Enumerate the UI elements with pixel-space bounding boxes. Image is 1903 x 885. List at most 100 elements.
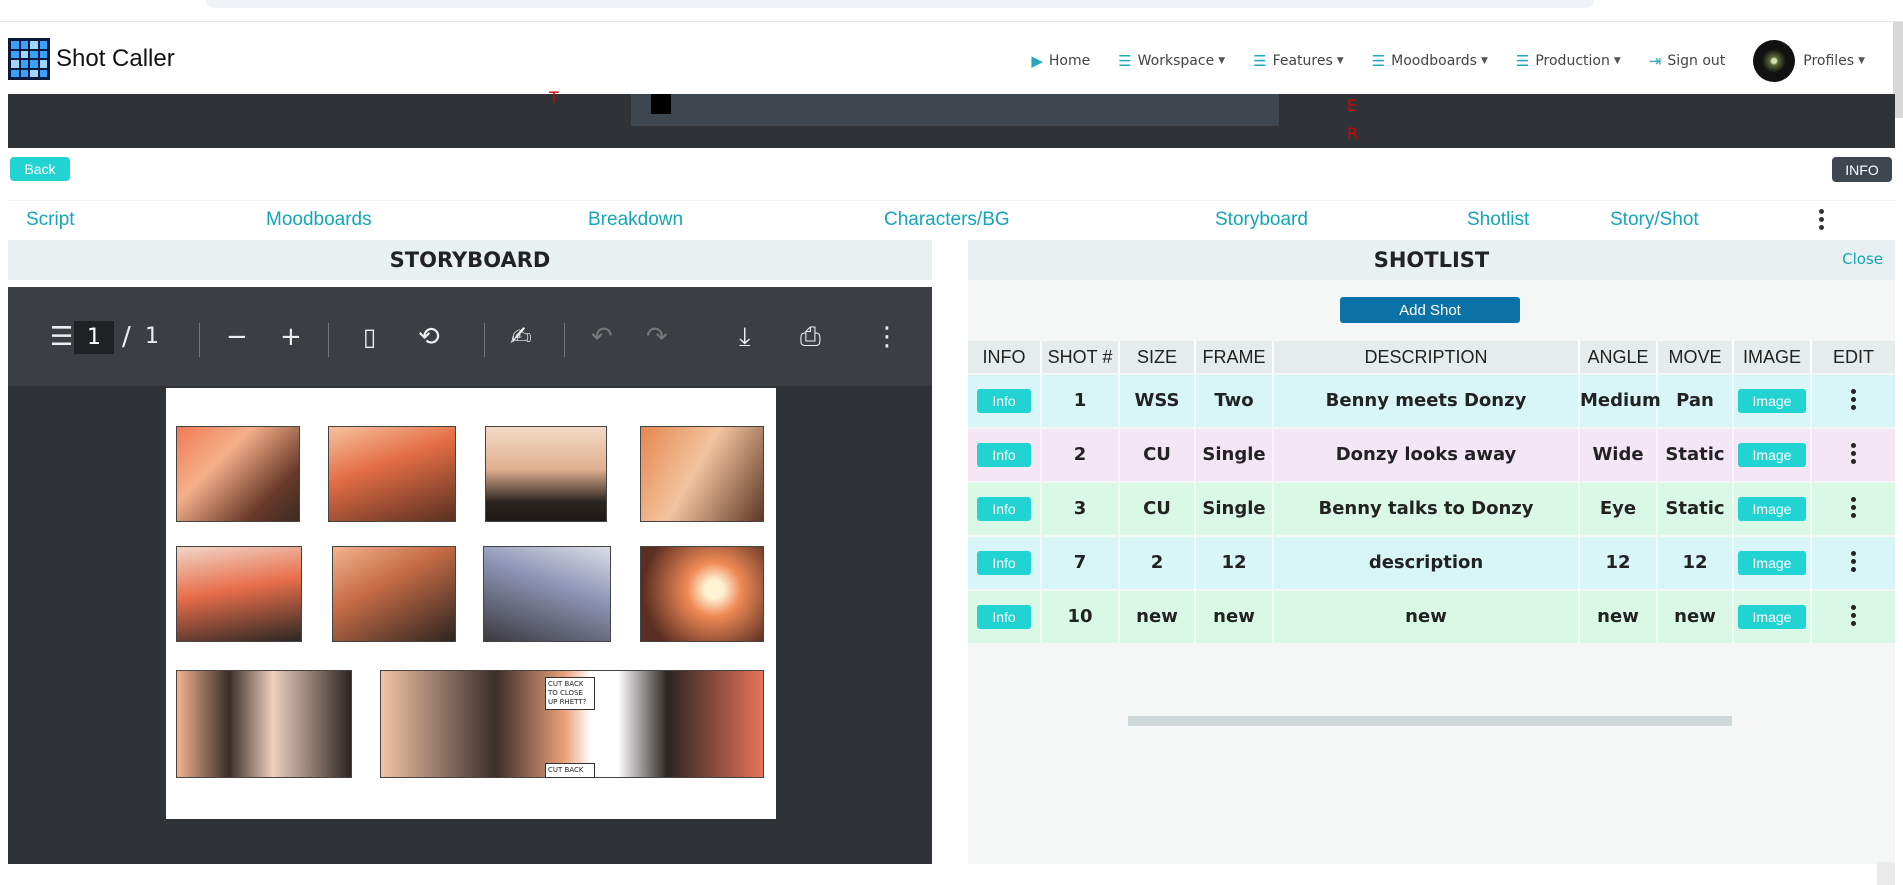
more-options-icon[interactable]	[1819, 209, 1825, 233]
undo-icon[interactable]: ↶	[591, 322, 613, 352]
outline-menu-icon[interactable]: ☰	[50, 322, 73, 352]
column-header: DESCRIPTION	[1274, 341, 1580, 373]
description-cell: Donzy looks away	[1274, 429, 1580, 481]
fit-page-icon[interactable]: ▯	[363, 322, 376, 352]
row-info-button[interactable]: Info	[977, 497, 1031, 521]
column-header: SHOT #	[1042, 341, 1120, 373]
angle-cell: new	[1580, 591, 1658, 643]
row-image-button[interactable]: Image	[1738, 551, 1806, 575]
row-info-button[interactable]: Info	[977, 443, 1031, 467]
tab-story-shot[interactable]: Story/Shot	[1610, 209, 1699, 231]
tab-moodboards[interactable]: Moodboards	[266, 209, 372, 231]
tab-storyboard[interactable]: Storyboard	[1215, 209, 1308, 231]
storyboard-panel	[332, 546, 456, 642]
page-number-input[interactable]: 1	[74, 321, 114, 354]
row-info-button[interactable]: Info	[977, 389, 1031, 413]
more-vertical-icon[interactable]: ⋮	[874, 322, 900, 352]
add-shot-button[interactable]: Add Shot	[1340, 297, 1520, 323]
panel-note: CUT BACK	[545, 763, 595, 778]
page-separator: /	[122, 322, 131, 352]
row-edit-menu-icon[interactable]	[1850, 443, 1857, 467]
edit-cell	[1812, 591, 1895, 643]
rotate-icon[interactable]: ⟲	[418, 322, 440, 352]
move-cell: Pan	[1658, 375, 1734, 427]
annotate-pen-icon[interactable]: ✍	[510, 322, 532, 352]
nav-menu: ▶ Home ☰ Workspace ▼ ☰ Features ▼ ☰ Moodboards…	[1003, 40, 1865, 82]
description-cell: new	[1274, 591, 1580, 643]
row-edit-menu-icon[interactable]	[1850, 551, 1857, 575]
browser-top-strip	[0, 0, 1903, 22]
zoom-in-icon[interactable]: +	[280, 322, 302, 352]
storyboard-panel	[176, 670, 352, 778]
tab-characters-bg[interactable]: Characters/BG	[884, 209, 1010, 231]
move-cell: Static	[1658, 483, 1734, 535]
toolbar-divider	[484, 323, 485, 357]
row-edit-menu-icon[interactable]	[1850, 605, 1857, 629]
row-image-button[interactable]: Image	[1738, 497, 1806, 521]
size-cell: new	[1120, 591, 1196, 643]
storyboard-panel: CUT BACK TO CLOSE UP RHETT? CUT BACK	[380, 670, 764, 778]
column-header: EDIT	[1812, 341, 1895, 373]
size-cell: 2	[1120, 537, 1196, 589]
sign-out-icon: ⇥	[1648, 52, 1662, 70]
angle-cell: Medium	[1580, 375, 1661, 427]
edit-cell	[1812, 375, 1895, 427]
table-row: Info 3 CU Single Benny talks to Donzy Eye Stat…	[968, 483, 1895, 535]
banner-mark: R	[1347, 124, 1359, 143]
section-tabs: Script Moodboards Breakdown Characters/B…	[8, 200, 1895, 238]
storyboard-title: STORYBOARD	[8, 240, 932, 280]
nav-workspace[interactable]: ☰ Workspace ▼	[1118, 52, 1225, 70]
nav-sign-out[interactable]: ⇥ Sign out	[1649, 52, 1726, 70]
print-icon[interactable]: ⎙	[800, 322, 821, 352]
edit-cell	[1812, 429, 1895, 481]
address-bar[interactable]	[205, 0, 1595, 8]
row-image-button[interactable]: Image	[1738, 605, 1806, 629]
toolbar-divider	[564, 323, 565, 357]
table-horizontal-scrollbar[interactable]	[1128, 716, 1732, 726]
nav-features[interactable]: ☰ Features ▼	[1253, 52, 1344, 70]
download-icon[interactable]: ⤓	[739, 322, 751, 352]
tab-script[interactable]: Script	[26, 209, 75, 231]
storyboard-panel	[176, 426, 300, 522]
shotlist-panel: SHOTLIST Close Add Shot INFO SHOT # SIZE…	[968, 240, 1895, 864]
storyboard-panel	[176, 546, 302, 642]
info-cell: Info	[968, 591, 1042, 643]
frame-cell: new	[1196, 591, 1274, 643]
shotlist-table-header: INFO SHOT # SIZE FRAME DESCRIPTION ANGLE…	[968, 341, 1895, 373]
pdf-toolbar: ☰ 1 / 1 − + ▯ ⟲ ✍ ↶ ↷ ⤓ ⎙ ⋮	[8, 287, 932, 386]
move-cell: 12	[1658, 537, 1734, 589]
pdf-viewer: ☰ 1 / 1 − + ▯ ⟲ ✍ ↶ ↷ ⤓ ⎙ ⋮ CUT BACK TO …	[8, 287, 932, 864]
nav-profiles[interactable]: Profiles ▼	[1753, 40, 1865, 82]
row-edit-menu-icon[interactable]	[1850, 389, 1857, 413]
row-info-button[interactable]: Info	[977, 551, 1031, 575]
table-row: Info 2 CU Single Donzy looks away Wide Static I…	[968, 429, 1895, 481]
shotlist-title: SHOTLIST Close	[968, 240, 1895, 280]
nav-home[interactable]: ▶ Home	[1031, 52, 1090, 70]
brand[interactable]: Shot Caller	[8, 38, 175, 80]
edit-cell	[1812, 537, 1895, 589]
angle-cell: 12	[1580, 537, 1658, 589]
back-button[interactable]: Back	[10, 157, 70, 181]
info-cell: Info	[968, 483, 1042, 535]
row-image-button[interactable]: Image	[1738, 389, 1806, 413]
row-edit-menu-icon[interactable]	[1850, 497, 1857, 521]
caret-down-icon: ▼	[1218, 56, 1226, 66]
nav-moodboards[interactable]: ☰ Moodboards ▼	[1372, 52, 1488, 70]
panel-note: CUT BACK TO CLOSE UP RHETT?	[545, 677, 595, 710]
tab-breakdown[interactable]: Breakdown	[588, 209, 683, 231]
close-link[interactable]: Close	[1842, 249, 1883, 269]
nav-production[interactable]: ☰ Production ▼	[1516, 52, 1621, 70]
row-info-button[interactable]: Info	[977, 605, 1031, 629]
storyboard-panel	[485, 426, 607, 522]
info-button[interactable]: INFO	[1832, 157, 1892, 182]
column-header: ANGLE	[1580, 341, 1658, 373]
row-image-button[interactable]: Image	[1738, 443, 1806, 467]
move-cell: Static	[1658, 429, 1734, 481]
storyboard-panel	[483, 546, 611, 642]
column-header: SIZE	[1120, 341, 1196, 373]
tab-shotlist[interactable]: Shotlist	[1467, 209, 1529, 231]
redo-icon[interactable]: ↷	[646, 322, 668, 352]
image-cell: Image	[1734, 429, 1812, 481]
column-header: IMAGE	[1734, 341, 1812, 373]
zoom-out-icon[interactable]: −	[226, 322, 248, 352]
